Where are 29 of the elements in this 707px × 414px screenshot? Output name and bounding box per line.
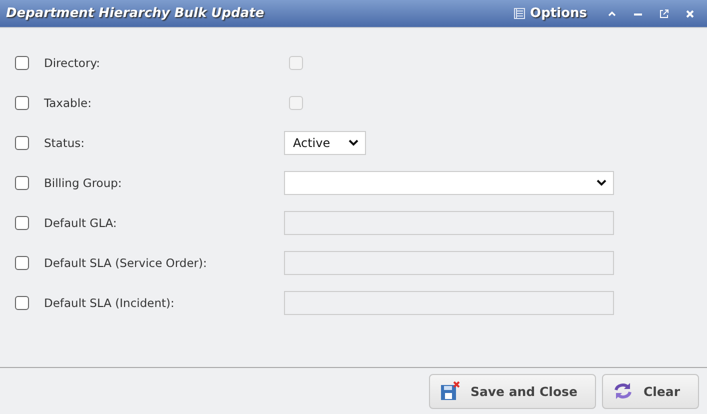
field-label: Status: [44, 136, 86, 150]
clear-button[interactable]: Clear [602, 374, 699, 408]
list-icon [514, 8, 526, 19]
input-field[interactable] [284, 251, 614, 275]
include-checkbox[interactable] [15, 296, 29, 310]
options-button[interactable]: Options [514, 6, 587, 21]
include-checkbox[interactable] [15, 176, 29, 190]
input-field[interactable] [284, 291, 614, 315]
dropdown-field[interactable] [284, 171, 614, 195]
field-label: Default SLA (Incident): [44, 296, 176, 310]
collapse-icon[interactable] [607, 8, 617, 18]
close-icon[interactable] [685, 8, 695, 18]
save-and-close-button[interactable]: Save and Close [429, 374, 596, 408]
refresh-icon [613, 381, 634, 401]
chevron-down-icon [348, 139, 359, 147]
field-label: Directory: [44, 56, 102, 70]
field-label: Default GLA: [44, 216, 118, 230]
include-checkbox[interactable] [15, 216, 29, 230]
include-checkbox[interactable] [15, 256, 29, 270]
dropdown-field[interactable]: Active [284, 131, 366, 155]
window-title: Department Hierarchy Bulk Update [6, 6, 266, 21]
input-field[interactable] [284, 211, 614, 235]
field-label: Default SLA (Service Order): [44, 256, 208, 270]
popout-icon[interactable] [659, 8, 669, 18]
field-label: Taxable: [44, 96, 92, 110]
chevron-down-icon [596, 179, 607, 187]
save-icon [440, 381, 460, 401]
field-label: Billing Group: [44, 176, 123, 190]
include-checkbox[interactable] [15, 136, 29, 150]
